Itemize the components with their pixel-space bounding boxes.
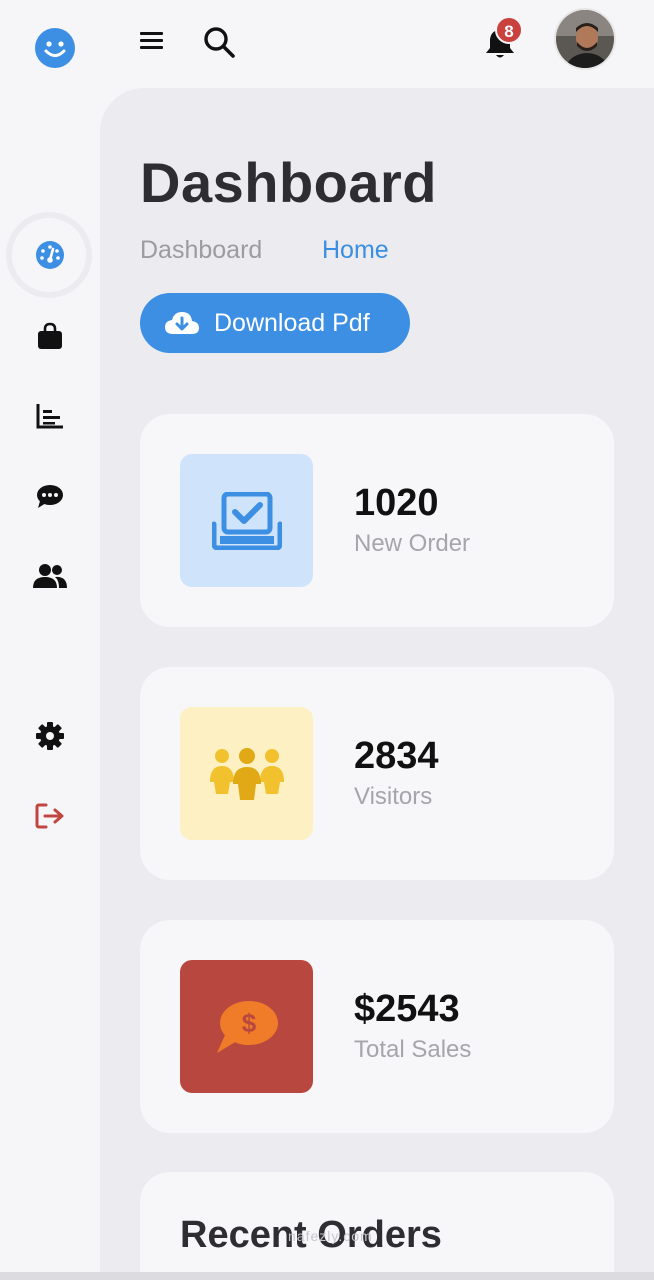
total-sales-label: Total Sales [354,1036,472,1063]
sidebar-item-messages[interactable] [22,468,78,524]
breadcrumb-dashboard: Dashboard [140,236,263,264]
dollar-chat-icon: $ [180,960,313,1093]
notification-badge: 8 [495,16,523,44]
shopping-bag-icon [38,322,62,349]
download-pdf-button[interactable]: Download Pdf [140,293,410,353]
sidebar-item-analytics[interactable] [22,388,78,444]
stat-card-new-order[interactable]: 1020 New Order [140,414,614,627]
top-bar: 8 [0,0,654,88]
cloud-download-icon [165,312,199,334]
inbox-check-icon [180,454,313,587]
breadcrumb-home[interactable]: Home [322,236,389,265]
smiley-logo-icon[interactable] [34,27,76,69]
sidebar-item-dashboard[interactable] [22,227,78,283]
new-order-value: 1020 [354,482,439,524]
bottom-bar [0,1272,654,1280]
sidebar-item-shop[interactable] [22,308,78,364]
bar-chart-icon [36,404,63,429]
logout-icon [35,803,64,829]
download-pdf-label: Download Pdf [214,308,370,337]
speedometer-icon [36,241,64,269]
people-icon [180,707,313,840]
chat-bubble-icon [37,485,63,508]
search-icon[interactable] [202,25,236,59]
svg-text:$: $ [241,1008,256,1038]
stat-card-visitors[interactable]: 2834 Visitors [140,667,614,880]
total-sales-value: $2543 [354,988,460,1030]
gear-icon [36,722,64,750]
new-order-label: New Order [354,530,471,557]
stat-card-total-sales[interactable]: $ $2543 Total Sales [140,920,614,1133]
visitors-label: Visitors [354,783,433,810]
menu-icon[interactable] [139,28,165,54]
sidebar-item-settings[interactable] [22,708,78,764]
avatar[interactable] [554,8,616,70]
visitors-value: 2834 [354,735,439,777]
users-icon [33,564,67,588]
watermark: nafezly.com [288,1228,373,1244]
recent-orders-card: Recent Orders [140,1172,614,1280]
sidebar-item-logout[interactable] [22,788,78,844]
sidebar-item-customers[interactable] [22,548,78,604]
page-title: Dashboard [140,151,437,214]
